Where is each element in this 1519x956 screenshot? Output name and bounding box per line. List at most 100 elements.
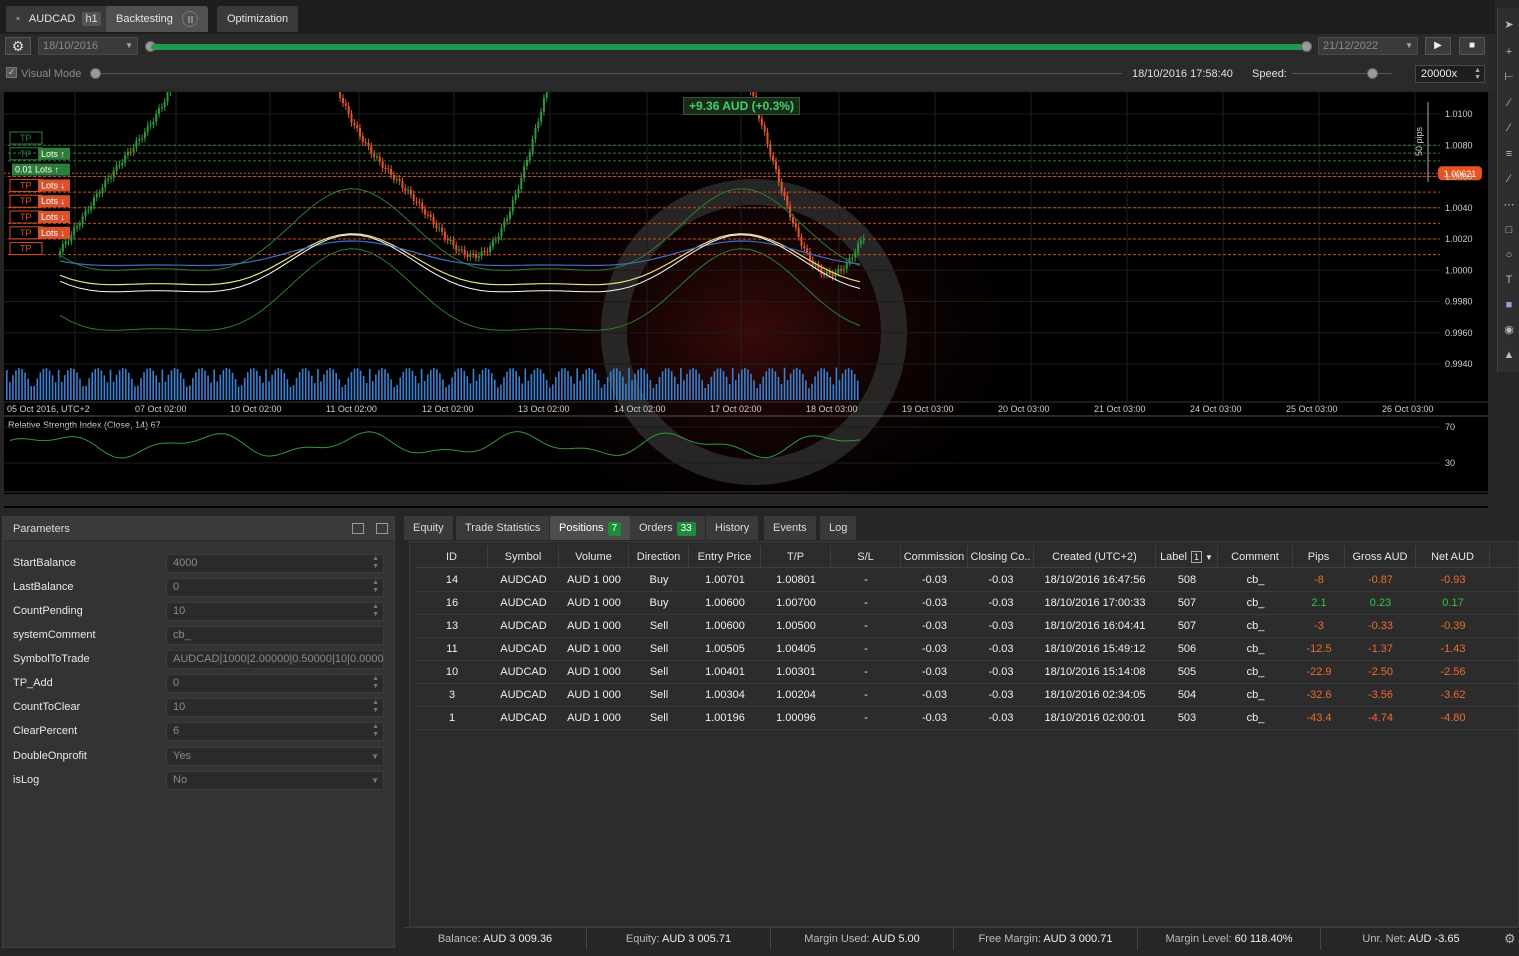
table-row[interactable]: 14 AUDCAD AUD 1 000 Buy 1.00701 1.00801 - -0.03…: [416, 569, 1519, 592]
time-tick-label: 17 Oct 02:00: [710, 404, 762, 414]
parameter-value-field[interactable]: 0 ▲ ▼: [166, 578, 384, 597]
parameter-value-field[interactable]: 0 ▲ ▼: [166, 674, 384, 693]
tab-orders[interactable]: Orders 33: [630, 516, 705, 540]
settings-gear-icon[interactable]: ⚙: [1504, 931, 1516, 947]
pause-icon[interactable]: [181, 11, 198, 28]
candle-body: [75, 226, 78, 228]
text-icon[interactable]: T: [1502, 273, 1516, 287]
stop-button[interactable]: ■: [1459, 37, 1485, 55]
table-row[interactable]: 16 AUDCAD AUD 1 000 Buy 1.00600 1.00700 - -0.03…: [416, 592, 1519, 615]
candle-body: [401, 181, 404, 188]
table-row[interactable]: 1 AUDCAD AUD 1 000 Sell 1.00196 1.00096 - -0.03…: [416, 707, 1519, 730]
volume-bar: [490, 373, 493, 400]
column-header[interactable]: Entry Price: [689, 546, 761, 568]
minimize-icon[interactable]: [352, 523, 364, 534]
table-row[interactable]: 10 AUDCAD AUD 1 000 Sell 1.00401 1.00301 - -0.0…: [416, 661, 1519, 684]
parameter-value-field[interactable]: Yes ▼: [166, 747, 384, 766]
table-row[interactable]: 3 AUDCAD AUD 1 000 Sell 1.00304 1.00204 - -0.03…: [416, 684, 1519, 707]
column-header[interactable]: T/P: [761, 546, 831, 568]
volume-bar: [472, 368, 475, 400]
pitchfork-icon[interactable]: ∕: [1502, 172, 1516, 186]
parameter-value-field[interactable]: 10 ▲ ▼: [166, 698, 384, 717]
channel-icon[interactable]: ⋯: [1502, 198, 1516, 212]
tab-trade-statistics[interactable]: Trade Statistics: [456, 516, 550, 540]
end-date-picker[interactable]: 21/12/2022 ▼: [1318, 37, 1418, 55]
volume-bar: [134, 386, 136, 400]
column-header[interactable]: Gross AUD: [1345, 546, 1416, 568]
tab-log[interactable]: Log: [820, 516, 857, 540]
fibonacci-icon[interactable]: ≡: [1502, 147, 1516, 161]
tab-history[interactable]: History: [706, 516, 759, 540]
column-header[interactable]: Closing Co..: [968, 546, 1034, 568]
ellipse-icon[interactable]: ○: [1502, 248, 1516, 262]
candle-body: [381, 161, 384, 168]
gear-icon[interactable]: ⚙: [5, 37, 31, 55]
tab-equity[interactable]: Equity: [404, 516, 453, 540]
volume-bar: [372, 381, 374, 400]
trendline-icon[interactable]: ∕: [1502, 96, 1516, 110]
speed-slider-handle[interactable]: [1367, 68, 1378, 79]
column-header[interactable]: Direction: [629, 546, 689, 568]
parameter-value-field[interactable]: 4000 ▲ ▼: [166, 554, 384, 573]
table-cell: 1.00505: [705, 643, 745, 655]
table-row[interactable]: 11 AUDCAD AUD 1 000 Sell 1.00505 1.00405 - -0.0…: [416, 638, 1519, 661]
parameter-value-field[interactable]: 6 ▲ ▼: [166, 722, 384, 741]
column-header[interactable]: Commission: [901, 546, 968, 568]
visual-mode-track[interactable]: [98, 73, 1122, 74]
candlestick-chart[interactable]: 1.006211.01001.00801.00601.00401.00201.0…: [4, 92, 1488, 508]
column-header[interactable]: Symbol: [488, 546, 559, 568]
column-header[interactable]: Created (UTC+2): [1034, 546, 1156, 568]
save-icon[interactable]: [376, 523, 388, 534]
tab-events[interactable]: Events: [764, 516, 816, 540]
column-header[interactable]: Volume: [559, 546, 629, 568]
ray-icon[interactable]: ∕: [1502, 121, 1516, 135]
volume-bar: [185, 386, 188, 400]
volume-bar: [588, 368, 591, 400]
candle-body: [455, 245, 458, 251]
candle-body: [862, 238, 865, 241]
bell-icon[interactable]: ▲: [1502, 348, 1516, 362]
chart-scrollbar[interactable]: [4, 494, 1488, 506]
parameter-value-field[interactable]: AUDCAD|1000|2.00000|0.50000|10|0.00006: [166, 650, 384, 669]
column-header[interactable]: S/L: [831, 546, 901, 568]
visual-mode-handle[interactable]: [90, 68, 101, 79]
horizontal-line-icon[interactable]: ⊢: [1502, 70, 1516, 84]
candle-body: [112, 170, 115, 178]
volume-bar: [411, 370, 414, 400]
pips-scale-label: 50 pips: [1414, 126, 1424, 156]
column-header[interactable]: Comment: [1218, 546, 1293, 568]
parameter-value-field[interactable]: cb_: [166, 626, 384, 645]
start-date-picker[interactable]: 18/10/2016 ▼: [38, 37, 138, 55]
column-header[interactable]: Net AUD: [1416, 546, 1490, 568]
parameter-value-field[interactable]: No ▼: [166, 771, 384, 790]
volume-bar: [204, 370, 206, 400]
rectangle-icon[interactable]: □: [1502, 223, 1516, 237]
tab-symbol-chart[interactable]: • AUDCAD h1: [6, 6, 111, 32]
parameter-value-field[interactable]: 10 ▲ ▼: [166, 602, 384, 621]
volume-bar: [256, 370, 258, 400]
volume-bar: [823, 368, 825, 400]
speed-input[interactable]: 20000x ▲ ▼: [1415, 65, 1485, 83]
volume-bar: [429, 369, 432, 400]
candle-body: [503, 221, 506, 228]
color-picker-icon[interactable]: ■: [1502, 298, 1516, 312]
volume-bar: [216, 381, 219, 400]
spinner-icon: ▲ ▼: [372, 603, 379, 618]
column-header[interactable]: Pips: [1293, 546, 1345, 568]
progress-end-handle[interactable]: [1301, 41, 1312, 52]
table-row[interactable]: 13 AUDCAD AUD 1 000 Sell 1.00600 1.00500 - -0.0…: [416, 615, 1519, 638]
tab-positions[interactable]: Positions 7: [550, 516, 631, 540]
crosshair-icon[interactable]: +: [1502, 45, 1516, 59]
play-button[interactable]: ▶: [1425, 37, 1451, 55]
tab-optimization[interactable]: Optimization: [217, 6, 299, 32]
column-header[interactable]: Label 1 ▼: [1156, 546, 1218, 568]
spinner-icon: ▲ ▼: [372, 699, 379, 714]
tab-backtesting[interactable]: Backtesting: [106, 6, 208, 32]
backtest-progress-bar[interactable]: [151, 44, 1308, 50]
column-header[interactable]: ID: [416, 546, 488, 568]
price-chart-area[interactable]: 1.00621 1.0100 1.0080 1.0060 1.0040 1.0020 1.0…: [4, 92, 1488, 508]
candle-body: [463, 249, 466, 255]
visual-mode-checkbox[interactable]: ✓: [6, 67, 17, 78]
camera-icon[interactable]: ◉: [1502, 323, 1516, 337]
cursor-icon[interactable]: ➤: [1502, 18, 1516, 32]
